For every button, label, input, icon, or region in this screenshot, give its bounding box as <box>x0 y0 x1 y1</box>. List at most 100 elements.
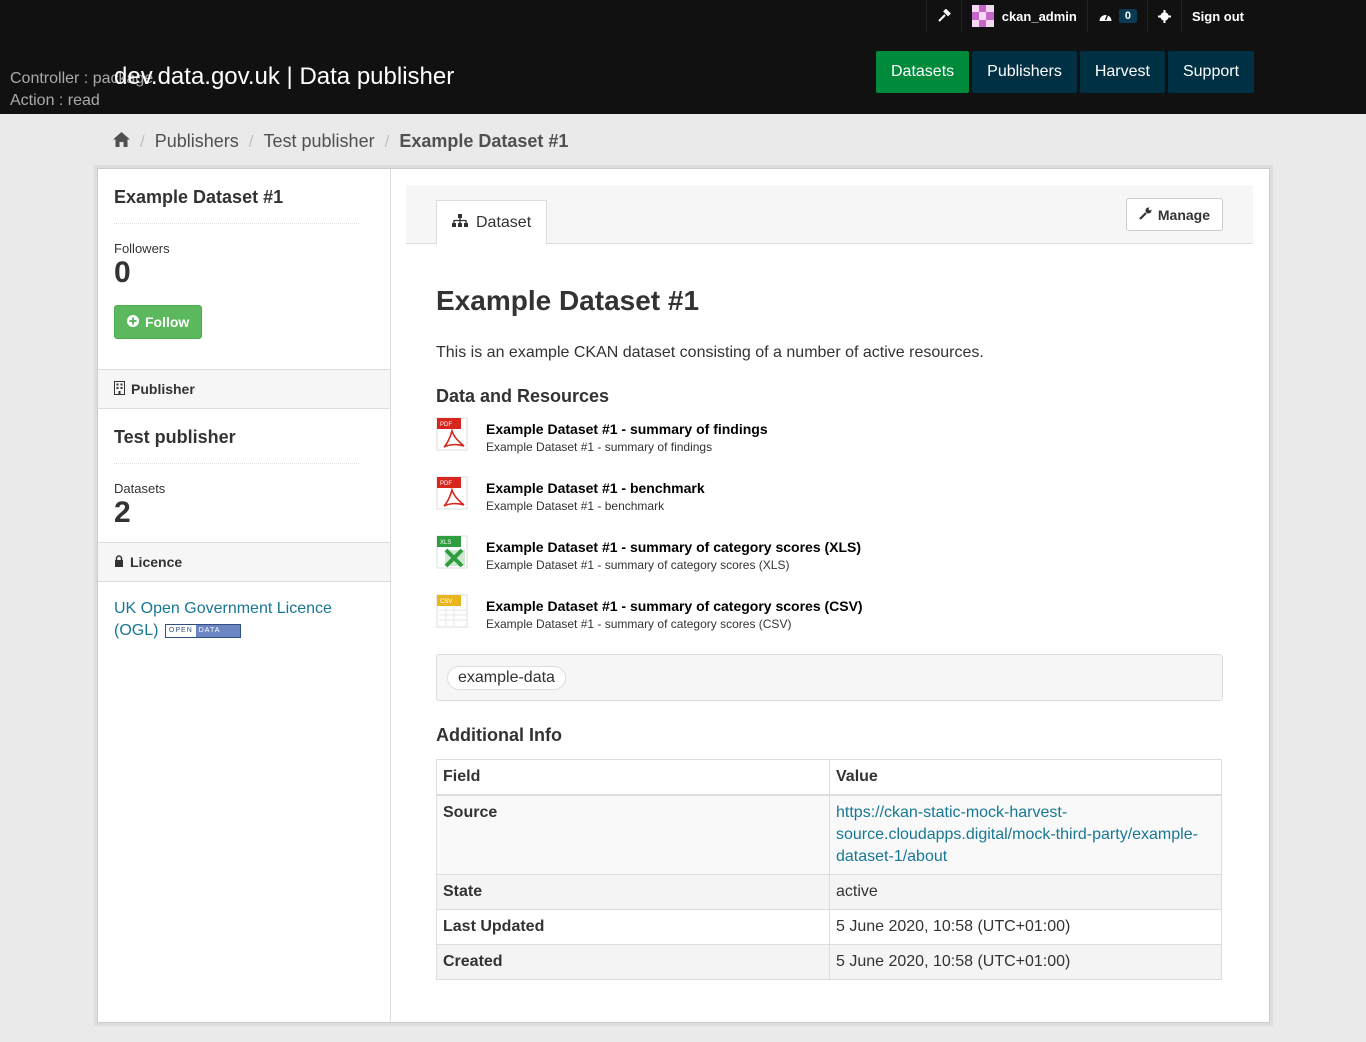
publisher-heading-label: Publisher <box>131 381 195 397</box>
breadcrumb-separator: / <box>140 131 145 151</box>
resource-description: Example Dataset #1 - summary of findings <box>486 440 713 454</box>
licence-section: UK Open Government Licence (OGL) OPEN DAT… <box>98 582 390 642</box>
field-state: State <box>436 874 830 910</box>
csv-file-icon: CSV <box>436 594 470 628</box>
debug-action: Action : read <box>10 92 100 109</box>
home-icon[interactable] <box>113 131 130 152</box>
resource-description: Example Dataset #1 - summary of category… <box>486 558 790 572</box>
resource-description: Example Dataset #1 - benchmark <box>486 499 665 513</box>
licence-link[interactable]: UK Open Government Licence (OGL) OPEN DAT… <box>114 600 332 639</box>
resource-name[interactable]: Example Dataset #1 - benchmark <box>486 480 705 496</box>
manage-button[interactable]: Manage <box>1125 198 1223 231</box>
additional-info-heading: Additional Info <box>436 725 562 745</box>
licence-heading-label: Licence <box>130 554 183 570</box>
datasets-label: Datasets <box>114 481 166 496</box>
main-content: Dataset Manage Example Dataset #1 This i… <box>406 185 1253 980</box>
table-header-value: Value <box>829 759 1222 796</box>
pdf-file-icon: PDF <box>436 417 470 451</box>
sitemap-icon <box>452 213 468 232</box>
publisher-section: Test publisher Datasets 2 <box>98 409 390 542</box>
dataset-info-section: Example Dataset #1 Followers 0 Follow <box>98 169 390 369</box>
settings-link[interactable] <box>1147 0 1181 32</box>
breadcrumb-separator: / <box>248 131 254 151</box>
datasets-count: 2 <box>114 496 131 529</box>
tag-list: example-data <box>436 654 1223 701</box>
tag-item[interactable]: example-data <box>447 665 566 690</box>
svg-text:PDF: PDF <box>440 422 452 428</box>
page-card: Example Dataset #1 Followers 0 Follow Pu… <box>97 168 1270 1023</box>
field-created: Created <box>436 944 830 980</box>
dashboard-count-badge: 0 <box>1118 9 1137 23</box>
dashboard-link[interactable]: 0 <box>1086 0 1147 32</box>
resource-item[interactable]: XLS Example Dataset #1 - summary of cate… <box>436 535 1223 594</box>
gear-icon <box>1158 9 1171 23</box>
resource-item[interactable]: PDF Example Dataset #1 - benchmark Examp… <box>436 476 1223 535</box>
publisher-heading: Publisher <box>98 369 390 409</box>
nav-publishers[interactable]: Publishers <box>972 51 1077 93</box>
dataset-title: Example Dataset #1 <box>436 285 700 316</box>
breadcrumb-publishers[interactable]: Publishers <box>155 131 239 152</box>
tab-dataset[interactable]: Dataset <box>436 200 548 245</box>
dataset-notes: This is an example CKAN dataset consisti… <box>436 344 984 361</box>
table-header-field: Field <box>436 759 830 796</box>
gavel-icon <box>937 9 951 23</box>
pdf-file-icon: PDF <box>436 476 470 510</box>
value-created: 5 June 2020, 10:58 (UTC+01:00) <box>829 944 1222 980</box>
tab-dataset-label: Dataset <box>476 213 532 231</box>
nav-support[interactable]: Support <box>1167 51 1255 93</box>
resource-name[interactable]: Example Dataset #1 - summary of category… <box>486 598 863 614</box>
svg-text:CSV: CSV <box>440 599 452 605</box>
dashboard-icon <box>1098 10 1113 22</box>
sign-out-link[interactable]: Sign out <box>1181 0 1254 32</box>
field-last-updated: Last Updated <box>436 909 830 945</box>
resources-heading: Data and Resources <box>436 386 610 406</box>
sidebar: Example Dataset #1 Followers 0 Follow Pu… <box>98 169 391 1022</box>
resource-description: Example Dataset #1 - summary of category… <box>486 617 792 631</box>
publisher-name[interactable]: Test publisher <box>114 409 359 464</box>
nav-datasets[interactable]: Datasets <box>876 51 970 93</box>
resource-item[interactable]: CSV Example Dataset #1 - summary of cate… <box>436 594 1223 653</box>
lock-icon <box>114 554 124 570</box>
svg-text:XLS: XLS <box>440 540 451 546</box>
user-profile-link[interactable]: ckan_admin <box>960 0 1087 32</box>
xls-file-icon: XLS <box>436 535 470 569</box>
plus-circle-icon <box>127 314 139 330</box>
resource-name[interactable]: Example Dataset #1 - summary of category… <box>486 539 861 555</box>
breadcrumb: / Publishers / Test publisher / Example … <box>113 131 568 152</box>
table-header-row: Field Value <box>436 759 1222 796</box>
breadcrumb-separator: / <box>384 131 390 151</box>
nav-harvest[interactable]: Harvest <box>1079 51 1165 93</box>
resource-item[interactable]: PDF Example Dataset #1 - summary of find… <box>436 417 1223 476</box>
followers-label: Followers <box>114 241 170 256</box>
breadcrumb-test-publisher[interactable]: Test publisher <box>264 131 375 152</box>
site-title[interactable]: dev.data.gov.uk | Data publisher <box>114 62 454 92</box>
resource-list: PDF Example Dataset #1 - summary of find… <box>436 417 1223 653</box>
followers-count: 0 <box>114 256 131 289</box>
main-nav: Datasets Publishers Harvest Support <box>876 51 1255 93</box>
svg-text:PDF: PDF <box>440 481 452 487</box>
username: ckan_admin <box>1001 8 1077 24</box>
value-last-updated: 5 June 2020, 10:58 (UTC+01:00) <box>829 909 1222 945</box>
licence-heading: Licence <box>98 542 390 582</box>
sysadmin-link[interactable] <box>925 0 961 32</box>
account-bar: ckan_admin 0 Sign out <box>925 0 1254 32</box>
table-row: Created 5 June 2020, 10:58 (UTC+01:00) <box>436 944 1222 980</box>
table-row: Last Updated 5 June 2020, 10:58 (UTC+01:… <box>436 909 1222 945</box>
breadcrumb-current[interactable]: Example Dataset #1 <box>399 131 568 152</box>
site-header: ckan_admin 0 Sign out Controller : packa… <box>0 0 1366 114</box>
table-row: State active <box>436 874 1222 910</box>
source-link[interactable]: https://ckan-static-mock-harvest-source.… <box>836 804 1198 865</box>
open-data-badge: OPEN DATA <box>164 623 242 638</box>
content-tabs: Dataset Manage <box>406 185 1253 245</box>
follow-label: Follow <box>145 314 190 330</box>
value-state: active <box>829 874 1222 910</box>
building-icon <box>114 380 125 398</box>
table-row: Source https://ckan-static-mock-harvest-… <box>436 794 1222 875</box>
follow-button[interactable]: Follow <box>114 305 203 339</box>
manage-label: Manage <box>1157 206 1210 223</box>
dataset-content: Example Dataset #1 This is an example CK… <box>406 284 1253 980</box>
resource-name[interactable]: Example Dataset #1 - summary of findings <box>486 421 768 437</box>
additional-info-table: Field Value Source https://ckan-static-m… <box>436 759 1222 980</box>
sidebar-dataset-title: Example Dataset #1 <box>114 169 359 224</box>
avatar <box>971 5 994 27</box>
